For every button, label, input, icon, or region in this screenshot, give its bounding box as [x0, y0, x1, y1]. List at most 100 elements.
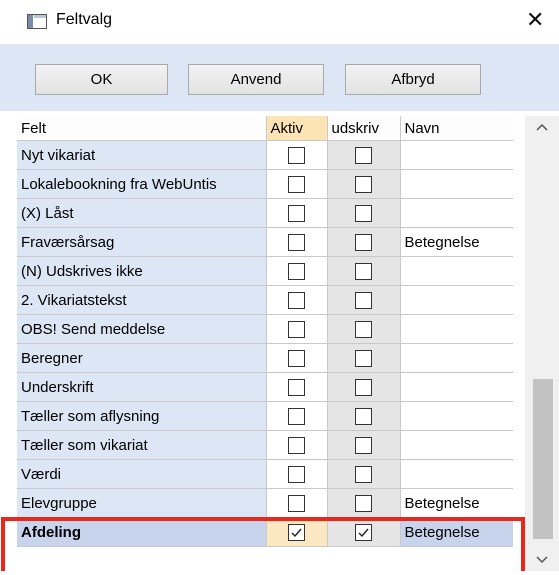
udskriv-cell	[327, 459, 401, 489]
udskriv-cell	[327, 314, 401, 344]
aktiv-cell	[266, 227, 328, 257]
field-name-cell[interactable]: (X) Låst	[17, 198, 267, 228]
aktiv-checkbox[interactable]	[288, 436, 305, 454]
aktiv-cell	[266, 198, 328, 228]
table-row[interactable]: Tæller som vikariat	[17, 430, 513, 460]
navn-cell[interactable]	[400, 401, 513, 431]
aktiv-cell	[266, 401, 328, 431]
field-grid: Felt Aktiv udskriv Navn Nyt vikariat Loka…	[17, 116, 513, 571]
table-row[interactable]: Elevgruppe Betegnelse	[17, 488, 513, 518]
navn-cell[interactable]	[400, 430, 513, 460]
udskriv-checkbox[interactable]	[355, 320, 372, 338]
udskriv-checkbox[interactable]	[355, 204, 372, 222]
field-name-cell[interactable]: Fraværsårsag	[17, 227, 267, 257]
navn-cell[interactable]: Betegnelse	[400, 227, 513, 257]
udskriv-checkbox[interactable]	[355, 494, 372, 512]
table-row[interactable]: (N) Udskrives ikke	[17, 256, 513, 286]
field-name-cell[interactable]: Lokalebookning fra WebUntis	[17, 169, 267, 199]
aktiv-checkbox[interactable]	[288, 175, 305, 193]
window-title: Feltvalg	[56, 11, 113, 28]
udskriv-checkbox[interactable]	[355, 262, 372, 280]
udskriv-checkbox[interactable]	[355, 407, 372, 425]
navn-cell[interactable]: Betegnelse	[400, 488, 513, 518]
navn-cell[interactable]	[400, 140, 513, 170]
udskriv-cell	[327, 198, 401, 228]
aktiv-cell	[266, 459, 328, 489]
udskriv-checkbox[interactable]	[355, 436, 372, 454]
table-row[interactable]: Fraværsårsag Betegnelse	[17, 227, 513, 257]
aktiv-checkbox[interactable]	[288, 378, 305, 396]
table-row[interactable]: (X) Låst	[17, 198, 513, 228]
table-row[interactable]: 2. Vikariatstekst	[17, 285, 513, 315]
scroll-thumb[interactable]	[533, 379, 553, 539]
vertical-scrollbar[interactable]	[525, 116, 559, 571]
column-header-aktiv[interactable]: Aktiv	[266, 116, 328, 141]
aktiv-checkbox[interactable]	[288, 204, 305, 222]
aktiv-checkbox[interactable]	[288, 291, 305, 309]
field-name-cell[interactable]: Tæller som vikariat	[17, 430, 267, 460]
navn-cell[interactable]	[400, 169, 513, 199]
aktiv-checkbox[interactable]	[288, 233, 305, 251]
grid-body: Nyt vikariat Lokalebookning fra WebUntis(…	[17, 140, 513, 547]
navn-cell[interactable]	[400, 343, 513, 373]
aktiv-cell	[266, 140, 328, 170]
aktiv-cell	[266, 256, 328, 286]
column-header-navn[interactable]: Navn	[400, 116, 513, 141]
scroll-down-icon[interactable]	[525, 547, 559, 571]
field-name-cell[interactable]: OBS! Send meddelse	[17, 314, 267, 344]
aktiv-checkbox[interactable]	[288, 349, 305, 367]
field-name-cell[interactable]: Tæller som aflysning	[17, 401, 267, 431]
feltvalg-dialog: Feltvalg ✕ OK Anvend Afbryd Felt Aktiv u…	[0, 0, 559, 571]
column-header-udskriv[interactable]: udskriv	[327, 116, 401, 141]
navn-cell[interactable]	[400, 314, 513, 344]
table-row[interactable]: Underskrift	[17, 372, 513, 402]
udskriv-checkbox[interactable]	[355, 233, 372, 251]
udskriv-checkbox[interactable]	[355, 146, 372, 164]
title-bar: Feltvalg ✕	[0, 0, 559, 44]
table-row[interactable]: Tæller som aflysning	[17, 401, 513, 431]
aktiv-checkbox[interactable]	[288, 262, 305, 280]
aktiv-checkbox[interactable]	[288, 494, 305, 512]
field-name-cell[interactable]: Elevgruppe	[17, 488, 267, 518]
navn-cell[interactable]	[400, 285, 513, 315]
aktiv-checkbox[interactable]	[288, 320, 305, 338]
udskriv-checkbox[interactable]	[355, 378, 372, 396]
aktiv-cell	[266, 488, 328, 518]
navn-cell[interactable]	[400, 372, 513, 402]
aktiv-checkbox[interactable]	[288, 465, 305, 483]
table-row[interactable]: Lokalebookning fra WebUntis	[17, 169, 513, 199]
udskriv-cell	[327, 227, 401, 257]
cancel-button[interactable]: Afbryd	[345, 64, 481, 95]
udskriv-cell	[327, 401, 401, 431]
ok-button[interactable]: OK	[35, 64, 168, 95]
aktiv-checkbox[interactable]	[288, 146, 305, 164]
navn-cell[interactable]	[400, 459, 513, 489]
field-name-cell[interactable]: Nyt vikariat	[17, 140, 267, 170]
window-icon	[27, 14, 47, 29]
field-name-cell[interactable]: 2. Vikariatstekst	[17, 285, 267, 315]
table-row[interactable]: Beregner	[17, 343, 513, 373]
close-icon[interactable]: ✕	[526, 7, 544, 33]
table-row[interactable]: Værdi	[17, 459, 513, 489]
udskriv-checkbox[interactable]	[355, 175, 372, 193]
aktiv-checkbox[interactable]	[288, 407, 305, 425]
aktiv-cell	[266, 372, 328, 402]
table-row[interactable]: Nyt vikariat	[17, 140, 513, 170]
apply-button[interactable]: Anvend	[188, 64, 324, 95]
field-name-cell[interactable]: Underskrift	[17, 372, 267, 402]
udskriv-checkbox[interactable]	[355, 291, 372, 309]
column-header-felt[interactable]: Felt	[17, 116, 267, 141]
scroll-up-icon[interactable]	[525, 116, 559, 140]
table-row[interactable]: OBS! Send meddelse	[17, 314, 513, 344]
udskriv-checkbox[interactable]	[355, 465, 372, 483]
navn-cell[interactable]	[400, 198, 513, 228]
navn-cell[interactable]	[400, 256, 513, 286]
field-name-cell[interactable]: Værdi	[17, 459, 267, 489]
udskriv-cell	[327, 430, 401, 460]
udskriv-checkbox[interactable]	[355, 349, 372, 367]
aktiv-cell	[266, 314, 328, 344]
aktiv-cell	[266, 430, 328, 460]
field-name-cell[interactable]: Beregner	[17, 343, 267, 373]
field-name-cell[interactable]: (N) Udskrives ikke	[17, 256, 267, 286]
udskriv-cell	[327, 256, 401, 286]
